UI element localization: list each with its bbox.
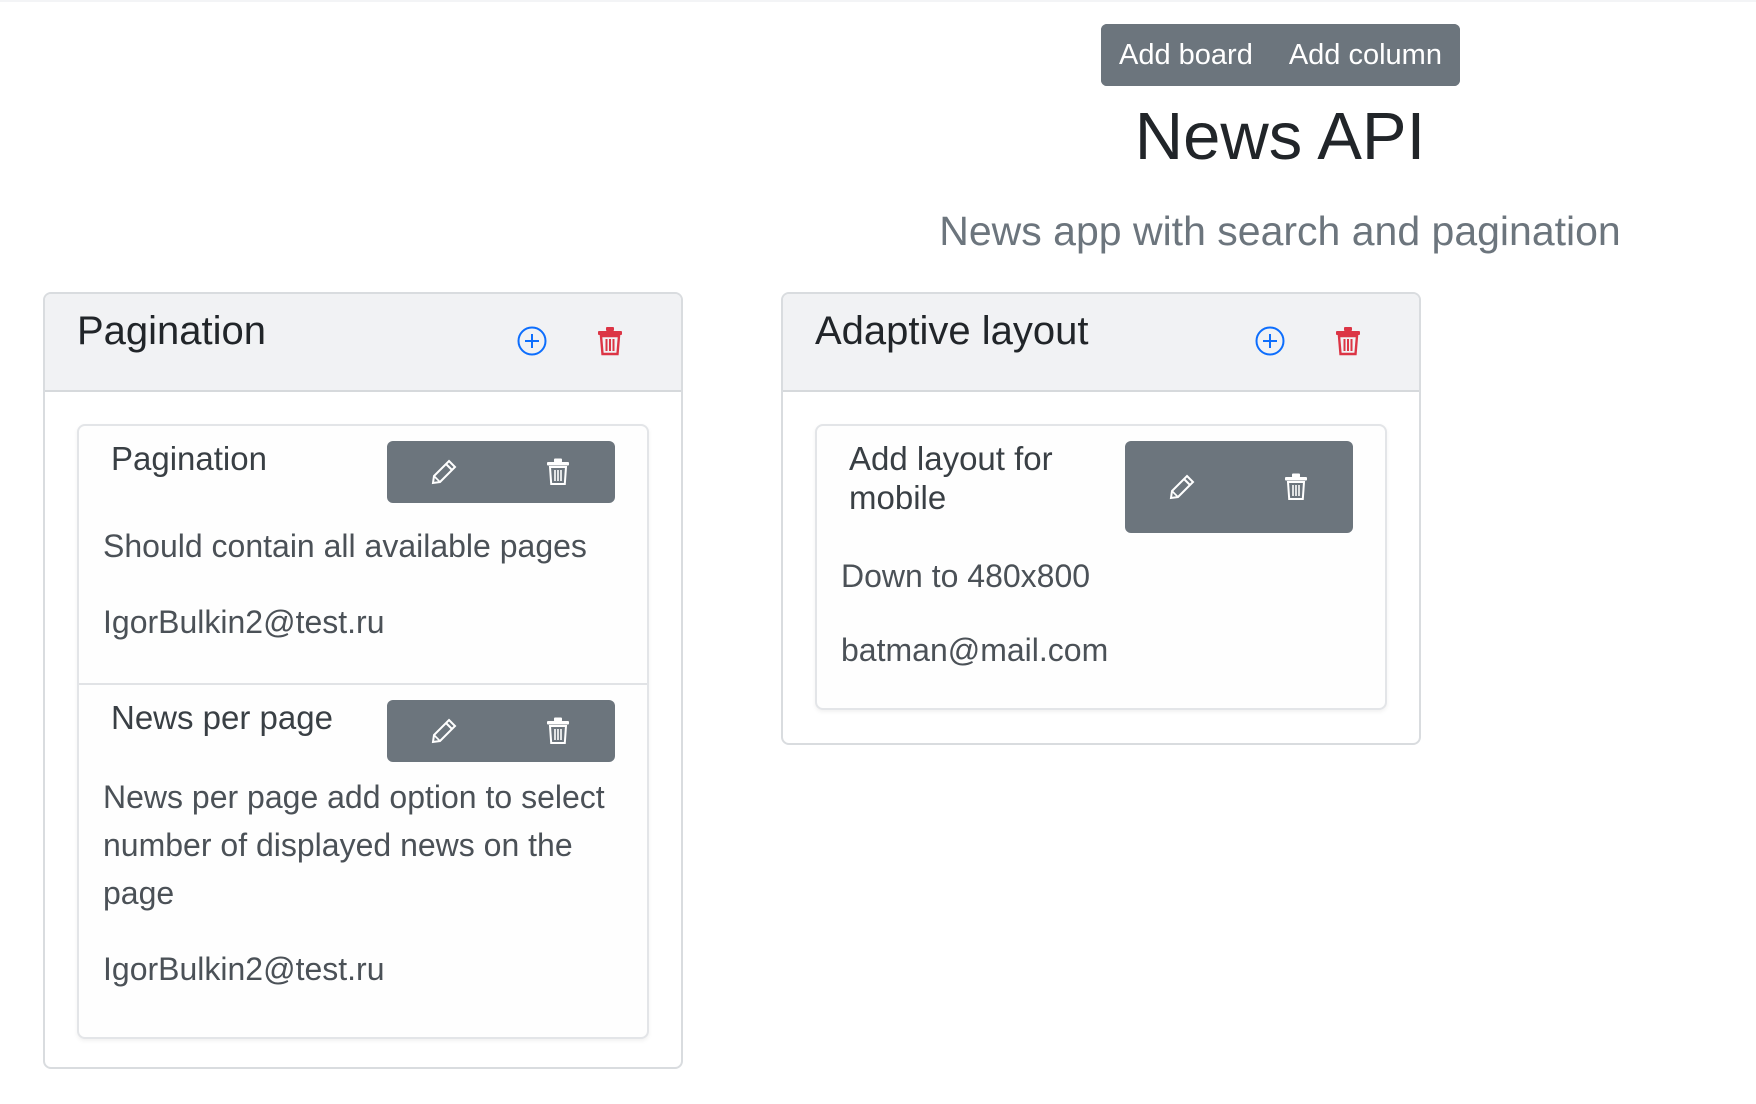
task-email: IgorBulkin2@test.ru — [103, 951, 385, 987]
delete-task-button[interactable] — [1239, 441, 1353, 533]
task-title: News per page — [111, 699, 333, 736]
column-pagination: Pagination Pagination Should contain all… — [43, 292, 683, 1069]
edit-task-button[interactable] — [387, 441, 501, 503]
trash-icon — [1285, 473, 1307, 500]
add-column-button[interactable]: Add column — [1270, 24, 1460, 86]
task-description: News per page add option to select numbe… — [103, 779, 605, 911]
page-title: News API — [1134, 99, 1426, 174]
task-email: batman@mail.com — [841, 632, 1109, 668]
top-divider — [0, 0, 1756, 2]
board-actions-group: Add board Add column — [1101, 24, 1460, 86]
task-card: Add layout for mobile Down to 480x800 ba… — [817, 426, 1385, 708]
edit-task-button[interactable] — [1125, 441, 1239, 533]
trash-icon — [547, 717, 569, 744]
add-board-button[interactable]: Add board — [1101, 24, 1271, 86]
pencil-icon — [431, 459, 457, 485]
task-actions — [1125, 441, 1353, 533]
delete-task-button[interactable] — [501, 441, 615, 503]
task-description: Should contain all available pages — [103, 528, 587, 564]
task-title: Add layout for mobile — [849, 440, 1053, 516]
task-card: News per page News per page add option t… — [79, 685, 647, 1037]
task-list: Pagination Should contain all available … — [77, 424, 649, 1039]
column-body: Pagination Should contain all available … — [45, 392, 681, 1067]
task-card: Pagination Should contain all available … — [79, 426, 647, 685]
pencil-icon — [431, 718, 457, 744]
task-actions — [387, 441, 615, 503]
task-title: Pagination — [111, 440, 267, 477]
task-email: IgorBulkin2@test.ru — [103, 604, 385, 640]
column-title: Adaptive layout — [815, 309, 1089, 353]
task-description: Down to 480x800 — [841, 558, 1091, 594]
edit-task-button[interactable] — [387, 700, 501, 762]
trash-icon[interactable] — [593, 324, 627, 358]
page-subtitle: News app with search and pagination — [939, 208, 1621, 254]
plus-circle-icon[interactable] — [515, 324, 549, 358]
column-title: Pagination — [77, 309, 267, 353]
column-body: Add layout for mobile Down to 480x800 ba… — [783, 392, 1419, 742]
column-header: Pagination — [45, 294, 681, 392]
trash-icon[interactable] — [1331, 324, 1365, 358]
plus-circle-icon[interactable] — [1253, 324, 1287, 358]
task-actions — [387, 700, 615, 762]
column-adaptive-layout: Adaptive layout Add layout for mobile Do… — [781, 292, 1421, 745]
trash-icon — [547, 458, 569, 485]
pencil-icon — [1169, 474, 1195, 500]
column-header: Adaptive layout — [783, 294, 1419, 392]
delete-task-button[interactable] — [501, 700, 615, 762]
task-list: Add layout for mobile Down to 480x800 ba… — [815, 424, 1387, 710]
